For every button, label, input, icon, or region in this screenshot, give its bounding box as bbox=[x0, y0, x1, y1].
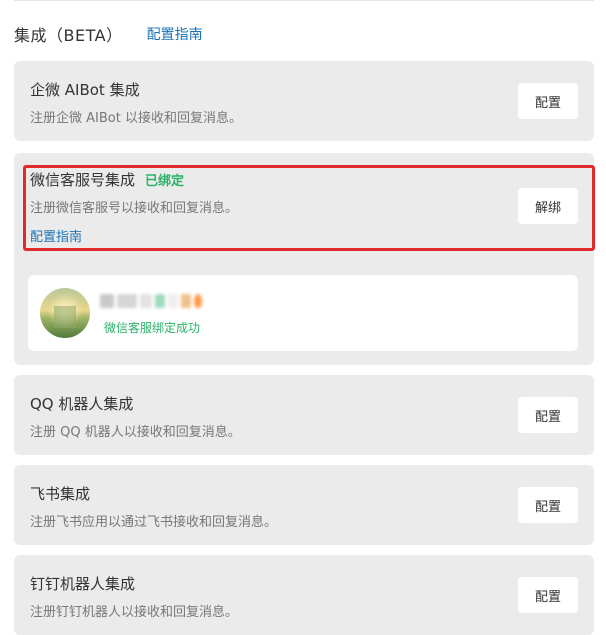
top-divider bbox=[14, 0, 594, 1]
configure-button[interactable]: 配置 bbox=[518, 397, 578, 433]
card-guide-link[interactable]: 配置指南 bbox=[30, 226, 82, 245]
card-description: 注册企微 AIBot 以接收和回复消息。 bbox=[30, 111, 242, 126]
configure-button[interactable]: 配置 bbox=[518, 577, 578, 613]
integration-card-dingtalk-bot: 钉钉机器人集成 注册钉钉机器人以接收和回复消息。 配置 bbox=[14, 555, 594, 635]
integration-card-wecom-aibot: 企微 AIBot 集成 注册企微 AIBot 以接收和回复消息。 配置 bbox=[14, 61, 594, 141]
card-title: 钉钉机器人集成 bbox=[30, 575, 136, 593]
card-description: 注册钉钉机器人以接收和回复消息。 bbox=[30, 605, 239, 620]
header-guide-link[interactable]: 配置指南 bbox=[147, 24, 203, 44]
account-avatar bbox=[40, 288, 90, 338]
card-title: 企微 AIBot 集成 bbox=[30, 81, 140, 99]
card-title: 微信客服号集成 bbox=[30, 171, 136, 189]
account-name-blurred bbox=[100, 293, 202, 309]
section-header: 集成（BETA） 配置指南 bbox=[14, 22, 203, 46]
bound-status-badge: 已绑定 bbox=[145, 174, 185, 189]
card-title: 飞书集成 bbox=[30, 485, 91, 503]
integration-card-qq-bot: QQ 机器人集成 注册 QQ 机器人以接收和回复消息。 配置 bbox=[14, 375, 594, 455]
configure-button[interactable]: 配置 bbox=[518, 83, 578, 119]
card-title-row: 微信客服号集成 已绑定 bbox=[30, 169, 184, 190]
unbind-button[interactable]: 解绑 bbox=[518, 188, 578, 224]
card-title: QQ 机器人集成 bbox=[30, 395, 134, 413]
integration-card-wechat-service: 微信客服号集成 已绑定 注册微信客服号以接收和回复消息。 配置指南 解绑 微信客… bbox=[14, 153, 594, 365]
configure-button[interactable]: 配置 bbox=[518, 487, 578, 523]
bound-account-panel: 微信客服绑定成功 bbox=[28, 275, 578, 351]
card-description: 注册 QQ 机器人以接收和回复消息。 bbox=[30, 425, 241, 440]
card-description: 注册飞书应用以通过飞书接收和回复消息。 bbox=[30, 515, 278, 530]
section-title: 集成（BETA） bbox=[14, 26, 123, 45]
integration-card-feishu: 飞书集成 注册飞书应用以通过飞书接收和回复消息。 配置 bbox=[14, 465, 594, 545]
card-description: 注册微信客服号以接收和回复消息。 bbox=[30, 201, 239, 216]
bind-success-text: 微信客服绑定成功 bbox=[104, 321, 201, 335]
